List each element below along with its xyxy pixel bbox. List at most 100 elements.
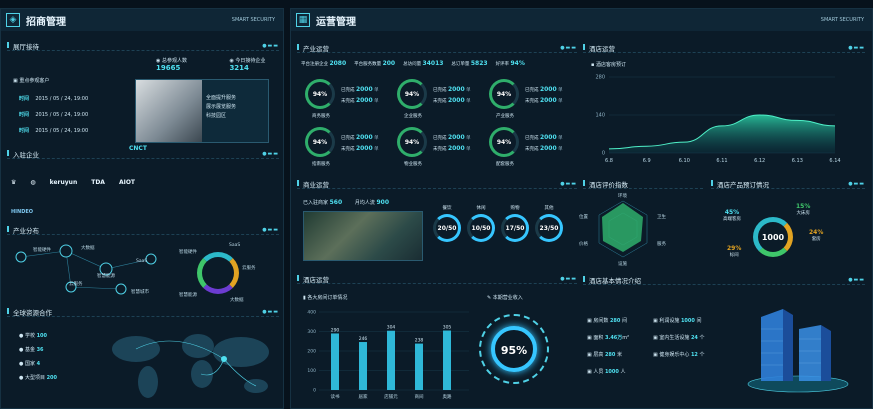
- keruyun-logo: keruyun: [49, 179, 78, 186]
- hotel-building: [747, 309, 849, 393]
- hotel-basic-header: 酒店基本情况介绍 ●▬▬: [583, 275, 865, 285]
- ring-label: 购物: [510, 206, 520, 211]
- x-tick-label: 商间: [415, 393, 424, 400]
- left-header: ◈ 招商管理 SMART SECURITY: [1, 9, 283, 31]
- list-item: ● 学校 100: [19, 333, 47, 339]
- list-item: ▣ 利润设施 1000 间: [653, 318, 702, 324]
- list-item: ▣ 层高 280 米: [587, 352, 622, 358]
- bar: [359, 342, 367, 390]
- aerial-photo: [303, 211, 423, 261]
- gauge-ring: 94%: [305, 79, 335, 109]
- commerce-rings: 餐饮 20/50 休闲 10/50 购物 17/50 其他 23/50: [431, 205, 571, 261]
- hindeo-logo: HINDEO: [11, 209, 34, 215]
- service-gauge: 94% 企业服务 已完成 2000 单未完成 2000 单: [393, 79, 483, 123]
- x-tick-label: 店铺元: [384, 393, 398, 400]
- commerce-ring: 餐饮 20/50: [431, 205, 463, 242]
- gauge-name: 商务服务: [312, 114, 330, 119]
- commerce-header: 商业运营 ●▬▬: [297, 179, 577, 189]
- ring-value: 10/50: [467, 214, 495, 242]
- bar: [387, 330, 395, 390]
- commerce-ring: 其他 23/50: [533, 205, 565, 242]
- left-tag: SMART SECURITY: [231, 17, 275, 23]
- service-gauge: 94% 物业服务 已完成 2000 单未完成 2000 单: [393, 127, 483, 171]
- crown-logo-icon: ♛: [11, 179, 17, 186]
- left-title: 招商管理: [26, 16, 66, 28]
- gauge-ring: 94%: [397, 127, 427, 157]
- commerce-ring: 休闲 10/50: [465, 205, 497, 242]
- list-item: ▣ 房间数 280 间: [587, 318, 627, 324]
- tda-logo: TDA: [91, 179, 105, 186]
- list-item: ● 基金 36: [19, 347, 44, 353]
- y-tick-label: 300: [307, 329, 316, 335]
- ring-label: 餐饮: [442, 206, 452, 211]
- bar: [415, 343, 423, 390]
- exhibit-stats: ◉ 总参观人数 19665 ◉ 今日接待企业 3214: [156, 58, 266, 72]
- ring-label: 休闲: [476, 206, 486, 211]
- x-tick-label: 奥路: [443, 393, 452, 400]
- y-tick-label: 140: [595, 113, 605, 119]
- node-label: 智慧能源: [97, 274, 115, 279]
- left-panel: ◈ 招商管理 SMART SECURITY 展厅接待 ●▬▬ ◉ 总参观人数 19…: [0, 8, 284, 409]
- commerce-ring: 购物 17/50: [499, 205, 531, 242]
- dots-icon: ●▬▬: [262, 42, 279, 49]
- bar-value-label: 246: [359, 336, 368, 342]
- gauge-name: 企业服务: [404, 114, 422, 119]
- global-section-header: 全球资源合作 ●▬▬: [7, 307, 279, 317]
- bar: [443, 330, 451, 390]
- list-item: ▣ 面积 3.46万m²: [587, 335, 630, 341]
- node-label: 智能硬件: [33, 248, 51, 253]
- right-tag: SMART SECURITY: [820, 17, 864, 23]
- bar-value-label: 304: [387, 325, 396, 331]
- right-header: ▦ 运营管理 SMART SECURITY: [291, 9, 872, 31]
- node-label: 大数据: [81, 246, 95, 251]
- industry-donut: [197, 252, 239, 294]
- x-tick-label: 居家: [359, 393, 368, 400]
- list-item: ▣ 健身娱乐中心 12 个: [653, 352, 705, 358]
- exhibit-section-header: 展厅接待 ●▬▬: [7, 41, 279, 51]
- revenue-title: ✎ 本期营业收入: [487, 295, 523, 301]
- list-item: ● 大型项目 200: [19, 375, 57, 381]
- service-gauge: 94% 商务服务 已完成 2000 单未完成 2000 单: [301, 79, 391, 123]
- revenue-gauge: 95%: [479, 314, 549, 384]
- ring-value: 20/50: [433, 214, 461, 242]
- list-item: ▣ 室内生活设施 24 个: [653, 335, 705, 341]
- service-gauge: 94% 配套服务 已完成 2000 单未完成 2000 单: [485, 127, 575, 171]
- list-item: ● 国家 4: [19, 361, 41, 367]
- shield-icon: ◈: [6, 13, 20, 27]
- x-tick-label: 6.8: [605, 158, 613, 164]
- booking-header: 酒店产品预订情况 ●▬▬: [711, 179, 865, 189]
- y-tick-label: 280: [595, 75, 605, 81]
- x-tick-label: 6.12: [754, 158, 765, 164]
- list-item: 时间 2015 / 05 / 24, 19:00: [19, 96, 89, 102]
- gauge-name: 指南服务: [312, 162, 330, 167]
- booking-total: 1000: [761, 233, 785, 242]
- y-tick-label: 200: [307, 349, 316, 355]
- right-panel: ▦ 运营管理 SMART SECURITY 产业运营 ●▬▬ 平台注册企业 208…: [290, 8, 873, 409]
- revenue-pct: 95%: [500, 344, 528, 357]
- list-item: 时间 2015 / 05 / 24, 19:00: [19, 128, 89, 134]
- booking-area-chart: 0 140 280 6.8 6.9 6.10 6.11 6.12 6.13 6.14: [595, 75, 840, 165]
- ops-stats: 平台注册企业 2080 平台服务数量 200 总访问量 34013 总订单量 5…: [301, 60, 525, 67]
- bar-value-label: 238: [415, 338, 424, 344]
- right-title: 运营管理: [316, 16, 356, 28]
- industry-section-header: 产业分布 ●▬▬: [7, 225, 279, 235]
- bar-value-label: 305: [443, 325, 452, 331]
- booking-chart-title: ▪ 酒店客房预订: [591, 62, 626, 68]
- node-label: SaaS: [136, 259, 148, 264]
- hotel-ops-header: 酒店运营 ●▬▬: [297, 274, 577, 284]
- rating-radar: [598, 200, 648, 258]
- gauge-ring: 94%: [489, 127, 519, 157]
- gauge-grid: 94% 商务服务 已完成 2000 单未完成 2000 单 94% 企业服务 已完…: [301, 79, 571, 171]
- y-tick-label: 100: [307, 368, 316, 374]
- ring-value: 17/50: [501, 214, 529, 242]
- room-orders-title: ▮ 各大房间订单情况: [303, 295, 348, 301]
- visit-list: 时间 2015 / 05 / 24, 19:00 时间 2015 / 05 / …: [19, 91, 88, 139]
- commerce-stats: 已入驻商家 560 月均人流 900: [303, 199, 389, 206]
- x-tick-label: 6.13: [792, 158, 803, 164]
- gauge-name: 产业服务: [496, 114, 514, 119]
- x-tick-label: 6.14: [829, 158, 840, 164]
- ring-label: 其他: [544, 206, 554, 211]
- industry-ops-header: 产业运营 ●▬▬: [297, 43, 577, 53]
- rating-header: 酒店评价指数: [583, 179, 703, 189]
- service-gauge: 94% 产业服务 已完成 2000 单未完成 2000 单: [485, 79, 575, 123]
